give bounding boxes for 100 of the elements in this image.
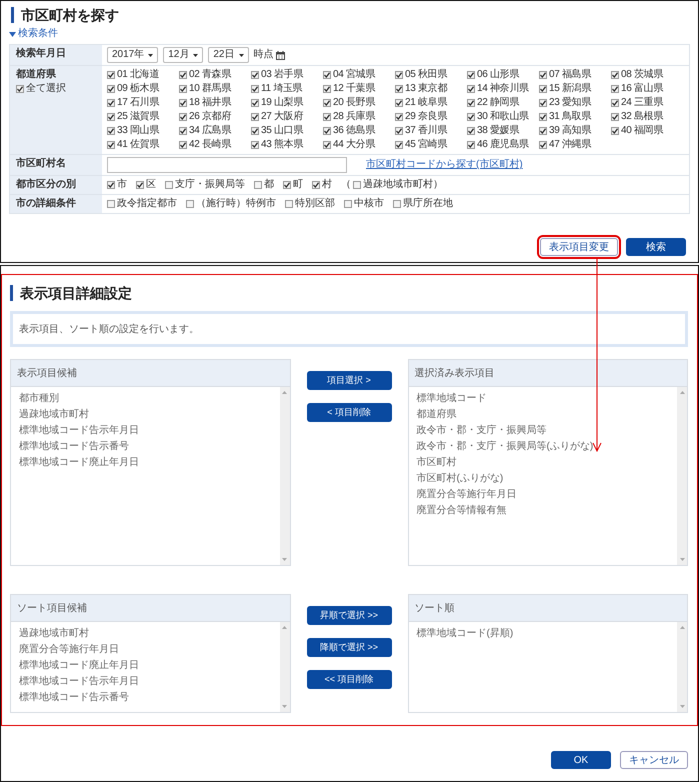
- checkbox[interactable]: [251, 113, 259, 121]
- move-button[interactable]: 項目選択 >: [306, 371, 392, 390]
- checkbox[interactable]: [107, 113, 115, 121]
- checkbox[interactable]: [344, 200, 352, 208]
- checkbox[interactable]: [539, 99, 547, 107]
- list-item[interactable]: 政令市・郡・支庁・振興局等: [416, 423, 669, 437]
- checkbox[interactable]: [323, 127, 331, 135]
- checkbox[interactable]: [539, 113, 547, 121]
- checkbox[interactable]: [323, 141, 331, 149]
- list-item[interactable]: 過疎地域市町村: [19, 407, 272, 421]
- list-item[interactable]: 市区町村(ふりがな): [416, 471, 669, 485]
- checkbox-label: 47 沖縄県: [549, 139, 592, 151]
- cancel-button[interactable]: キャンセル: [620, 751, 688, 769]
- checkbox[interactable]: [467, 99, 475, 107]
- checkbox[interactable]: [16, 85, 24, 93]
- checkbox[interactable]: [165, 181, 173, 189]
- move-button[interactable]: < 項目削除: [306, 403, 392, 422]
- checkbox[interactable]: [107, 99, 115, 107]
- checkbox[interactable]: [467, 141, 475, 149]
- date-select[interactable]: 2017年: [107, 47, 158, 63]
- city-name-input[interactable]: [107, 157, 347, 173]
- checkbox[interactable]: [107, 71, 115, 79]
- checkbox[interactable]: [353, 181, 361, 189]
- list-item[interactable]: 廃置分合等情報有無: [416, 503, 669, 517]
- calendar-icon[interactable]: [276, 50, 284, 60]
- conditions-toggle[interactable]: 検索条件: [9, 28, 688, 40]
- checkbox[interactable]: [107, 200, 115, 208]
- checkbox[interactable]: [539, 71, 547, 79]
- checkbox[interactable]: [179, 127, 187, 135]
- checkbox[interactable]: [611, 71, 619, 79]
- checkbox[interactable]: [251, 85, 259, 93]
- checkbox[interactable]: [323, 71, 331, 79]
- date-select[interactable]: 22日: [208, 47, 248, 63]
- search-button[interactable]: 検索: [626, 238, 686, 256]
- checkbox[interactable]: [186, 200, 194, 208]
- checkbox[interactable]: [251, 141, 259, 149]
- checkbox[interactable]: [107, 85, 115, 93]
- checkbox[interactable]: [467, 127, 475, 135]
- list-item[interactable]: 標準地域コード廃止年月日: [19, 455, 272, 469]
- checkbox[interactable]: [254, 181, 262, 189]
- checkbox-label: 過疎地域市町村）: [363, 179, 443, 191]
- sort-button[interactable]: << 項目削除: [306, 670, 392, 689]
- sort-button[interactable]: 降順で選択 >>: [306, 638, 392, 657]
- checkbox[interactable]: [539, 141, 547, 149]
- list-item[interactable]: 過疎地域市町村: [19, 626, 272, 640]
- checkbox[interactable]: [179, 141, 187, 149]
- checkbox[interactable]: [285, 200, 293, 208]
- checkbox[interactable]: [395, 113, 403, 121]
- checkbox[interactable]: [611, 85, 619, 93]
- list-item[interactable]: 標準地域コード(昇順): [416, 626, 669, 640]
- date-select[interactable]: 12月: [163, 47, 204, 63]
- checkbox[interactable]: [611, 113, 619, 121]
- checkbox[interactable]: [179, 71, 187, 79]
- checkbox[interactable]: [467, 71, 475, 79]
- list-item[interactable]: 市区町村: [416, 455, 669, 469]
- list-item[interactable]: 標準地域コード廃止年月日: [19, 658, 272, 672]
- checkbox[interactable]: [467, 113, 475, 121]
- checkbox[interactable]: [611, 99, 619, 107]
- checkbox[interactable]: [395, 141, 403, 149]
- code-search-link[interactable]: 市区町村コードから探す(市区町村): [366, 159, 523, 171]
- checkbox[interactable]: [323, 113, 331, 121]
- list-item[interactable]: 都道府県: [416, 407, 669, 421]
- checkbox[interactable]: [107, 141, 115, 149]
- checkbox[interactable]: [539, 127, 547, 135]
- checkbox[interactable]: [107, 127, 115, 135]
- list-item[interactable]: 廃置分合等施行年月日: [19, 642, 272, 656]
- checkbox[interactable]: [467, 85, 475, 93]
- checkbox[interactable]: [283, 181, 291, 189]
- list-item[interactable]: 標準地域コード告示年月日: [19, 423, 272, 437]
- list-item[interactable]: 廃置分合等施行年月日: [416, 487, 669, 501]
- checkbox[interactable]: [611, 127, 619, 135]
- sort-button[interactable]: 昇順で選択 >>: [306, 606, 392, 625]
- checkbox[interactable]: [395, 127, 403, 135]
- checkbox[interactable]: [393, 200, 401, 208]
- list-item[interactable]: 標準地域コード: [416, 391, 669, 405]
- checkbox[interactable]: [539, 85, 547, 93]
- checkbox[interactable]: [395, 99, 403, 107]
- checkbox[interactable]: [107, 181, 115, 189]
- checkbox[interactable]: [312, 181, 320, 189]
- display-settings-button[interactable]: 表示項目変更: [540, 238, 618, 256]
- checkbox[interactable]: [395, 85, 403, 93]
- checkbox[interactable]: [323, 85, 331, 93]
- checkbox[interactable]: [323, 99, 331, 107]
- checkbox[interactable]: [251, 71, 259, 79]
- list-item[interactable]: 政令市・郡・支庁・振興局等(ふりがな): [416, 439, 669, 453]
- checkbox[interactable]: [179, 113, 187, 121]
- checkbox[interactable]: [179, 85, 187, 93]
- checkbox[interactable]: [136, 181, 144, 189]
- checkbox[interactable]: [179, 99, 187, 107]
- checkbox[interactable]: [251, 99, 259, 107]
- ok-button[interactable]: OK: [551, 751, 611, 769]
- list-item[interactable]: 都市種別: [19, 391, 272, 405]
- checkbox-label: 45 宮崎県: [405, 139, 448, 151]
- list-item[interactable]: 標準地域コード告示番号: [19, 439, 272, 453]
- checkbox-label: 区: [146, 179, 156, 191]
- checkbox[interactable]: [251, 127, 259, 135]
- checkbox[interactable]: [395, 71, 403, 79]
- checkbox-label: 32 島根県: [621, 111, 664, 123]
- list-item[interactable]: 標準地域コード告示番号: [19, 690, 272, 704]
- list-item[interactable]: 標準地域コード告示年月日: [19, 674, 272, 688]
